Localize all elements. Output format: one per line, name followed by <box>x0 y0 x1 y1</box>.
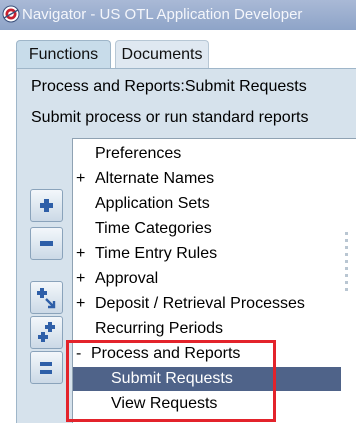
tree-item-application-sets[interactable]: Application Sets <box>73 192 341 216</box>
tree-item-deposit-retrieval-processes[interactable]: + Deposit / Retrieval Processes <box>73 292 341 316</box>
function-description-label: Submit process or run standard reports <box>31 109 309 126</box>
tree-item-time-categories[interactable]: Time Categories <box>73 217 341 241</box>
expand-branch-button[interactable] <box>30 281 63 314</box>
tree-item-submit-requests[interactable]: Submit Requests <box>73 367 341 391</box>
function-tree[interactable]: Preferences + Alternate Names Applicatio… <box>72 138 356 423</box>
expand-all-icon <box>38 322 55 342</box>
function-path-label: Process and Reports:Submit Requests <box>31 78 307 95</box>
expand-marker[interactable]: + <box>76 267 88 291</box>
collapse-button[interactable] <box>30 227 63 260</box>
tree-item-time-entry-rules[interactable]: + Time Entry Rules <box>73 242 341 266</box>
collapse-minus-icon <box>40 241 53 246</box>
expand-marker[interactable]: + <box>76 292 88 316</box>
tree-item-approval[interactable]: + Approval <box>73 267 341 291</box>
window-title: Navigator - US OTL Application Developer <box>22 6 303 23</box>
tree-item-view-requests[interactable]: View Requests <box>73 392 341 416</box>
window-titlebar: Navigator - US OTL Application Developer <box>0 0 356 30</box>
expand-button[interactable] <box>30 189 63 222</box>
expand-all-button[interactable] <box>30 316 63 349</box>
tree-item-process-and-reports[interactable]: - Process and Reports <box>73 342 341 366</box>
collapse-all-button[interactable] <box>30 351 63 384</box>
expand-branch-icon <box>37 288 56 309</box>
tree-item-recurring-periods[interactable]: Recurring Periods <box>73 317 341 341</box>
collapse-marker[interactable]: - <box>76 342 88 366</box>
list-scroll-grip[interactable] <box>342 232 352 302</box>
tree-item-alternate-names[interactable]: + Alternate Names <box>73 167 341 191</box>
tab-documents[interactable]: Documents <box>115 40 209 69</box>
oracle-logo-icon <box>2 5 20 23</box>
tree-item-preferences[interactable]: Preferences <box>73 142 341 166</box>
expand-marker[interactable]: + <box>76 242 88 266</box>
expand-marker[interactable]: + <box>76 167 88 191</box>
collapse-all-icon <box>40 362 52 374</box>
tab-functions[interactable]: Functions <box>16 40 111 69</box>
expand-plus-icon <box>40 199 53 212</box>
